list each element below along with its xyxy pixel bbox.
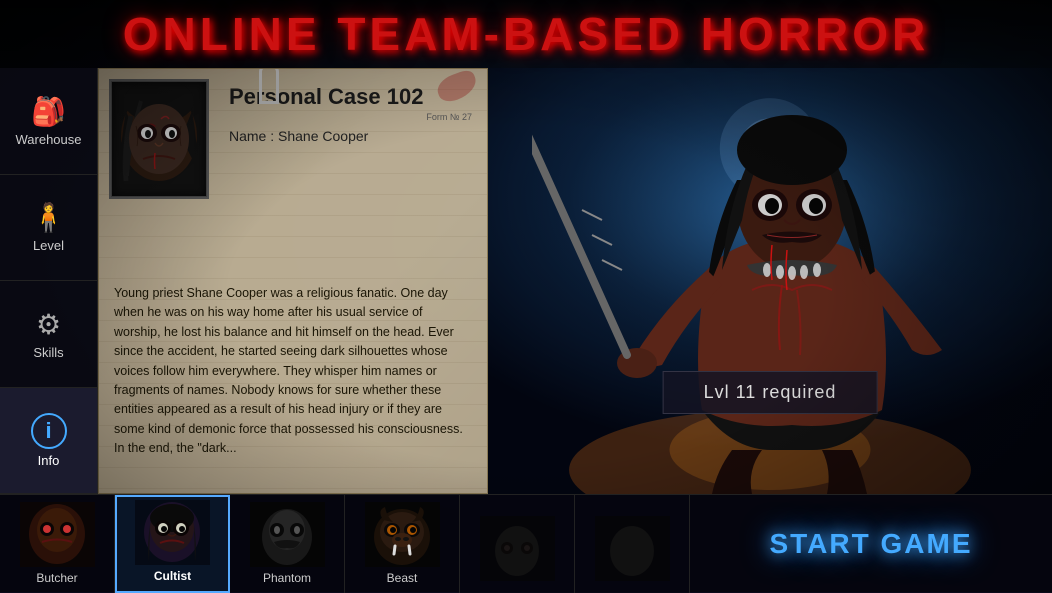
sidebar-item-level[interactable]: 🧍 Level (0, 175, 97, 282)
warehouse-icon: 🎒 (31, 95, 66, 128)
main-area: Personal Case 102 Form № 27 Name : Shane… (98, 68, 1052, 494)
case-name: Name : Shane Cooper (229, 128, 472, 144)
level-badge: Lvl 11 required (663, 371, 878, 414)
sidebar-label-info: Info (38, 453, 60, 468)
photo-border (111, 81, 207, 197)
char-name-cultist: Cultist (154, 569, 191, 583)
char-slot-5[interactable] (460, 495, 575, 593)
sidebar-label-skills: Skills (33, 345, 63, 360)
char-avatar-butcher (17, 499, 97, 569)
game-title: ONLINE TEAM-BASED HORROR (123, 7, 929, 61)
char-slot-phantom[interactable]: Phantom (230, 495, 345, 593)
char-avatar-5 (477, 513, 557, 583)
char-name-phantom: Phantom (263, 571, 311, 585)
start-game-button[interactable]: START GAME (690, 495, 1052, 592)
butcher-portrait (20, 502, 95, 567)
char-avatar-6 (592, 513, 672, 583)
character-bar: Butcher (0, 494, 1052, 592)
monster-svg (532, 70, 1052, 494)
title-bar: ONLINE TEAM-BASED HORROR (0, 0, 1052, 68)
sidebar-item-skills[interactable]: ⚙ Skills (0, 281, 97, 388)
char-avatar-beast (362, 499, 442, 569)
paper-clip (259, 68, 279, 104)
cultist-portrait (135, 500, 210, 565)
sidebar: 🎒 Warehouse 🧍 Level ⚙ Skills i Info (0, 68, 98, 494)
monster-area: Lvl 11 required (488, 68, 1052, 494)
skills-icon: ⚙ (36, 308, 61, 341)
char-avatar-cultist (133, 497, 213, 567)
slot5-portrait (480, 516, 555, 581)
char-slot-6[interactable] (575, 495, 690, 593)
start-game-label: START GAME (769, 528, 972, 560)
level-icon: 🧍 (31, 201, 66, 234)
beast-portrait (365, 502, 440, 567)
slot6-portrait (595, 516, 670, 581)
char-slot-beast[interactable]: Beast (345, 495, 460, 593)
level-required-text: Lvl 11 required (704, 382, 837, 402)
character-photo (109, 79, 209, 199)
phantom-portrait (250, 502, 325, 567)
sidebar-label-level: Level (33, 238, 64, 253)
case-form-number: Form № 27 (229, 112, 472, 122)
sidebar-item-warehouse[interactable]: 🎒 Warehouse (0, 68, 97, 175)
char-slot-butcher[interactable]: Butcher (0, 495, 115, 593)
sidebar-label-warehouse: Warehouse (16, 132, 82, 147)
char-name-beast: Beast (387, 571, 418, 585)
case-description: Young priest Shane Cooper was a religiou… (99, 154, 487, 473)
char-name-butcher: Butcher (36, 571, 77, 585)
case-panel: Personal Case 102 Form № 27 Name : Shane… (98, 68, 488, 494)
char-avatar-phantom (247, 499, 327, 569)
char-slot-cultist[interactable]: Cultist (115, 495, 230, 593)
sidebar-item-info[interactable]: i Info (0, 388, 97, 495)
info-icon: i (31, 413, 67, 449)
